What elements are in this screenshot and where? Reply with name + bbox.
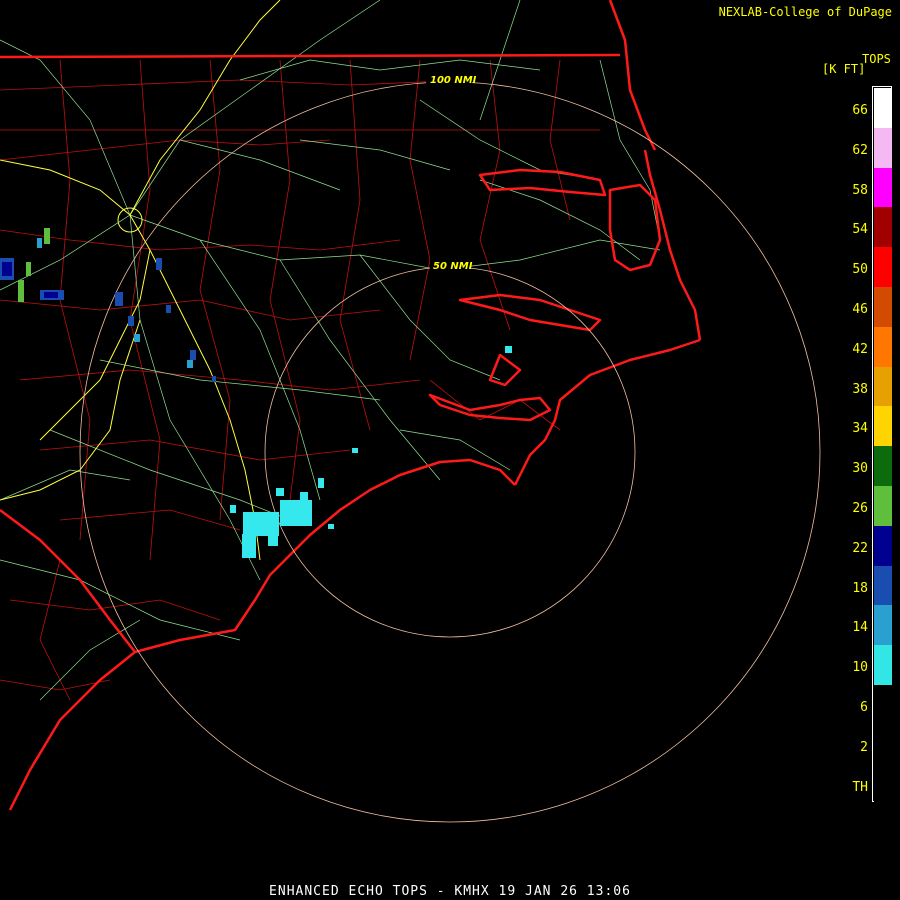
legend-label: 6 <box>860 700 868 715</box>
legend-label: 34 <box>852 421 868 437</box>
legend-label: 66 <box>852 103 868 118</box>
legend-swatch <box>874 127 892 168</box>
legend-label: 30 <box>852 461 868 477</box>
legend-label: 14 <box>852 620 868 636</box>
credit-label: NEXLAB-College of DuPage <box>718 5 892 19</box>
legend-units: [K FT] <box>822 62 866 76</box>
legend-label: 2 <box>860 739 868 755</box>
legend-label: 46 <box>852 302 868 317</box>
legend-swatch <box>874 326 892 367</box>
range-ring-100 <box>79 81 821 823</box>
echo-cluster-coastal <box>230 346 512 558</box>
legend-swatch <box>874 167 892 208</box>
legend-swatch <box>874 486 892 526</box>
legend-swatch <box>874 605 892 646</box>
legend-swatch <box>874 406 892 447</box>
legend-swatch <box>874 764 892 805</box>
legend-label: 62 <box>852 142 868 158</box>
legend-label: 38 <box>852 381 868 397</box>
radar-map: 100 NMI 50 NMI <box>0 0 821 823</box>
range-rings <box>79 81 821 823</box>
legend-color-bar <box>872 86 892 805</box>
state-borders <box>0 0 702 811</box>
legend-label: 22 <box>852 540 868 556</box>
legend-swatch <box>874 525 892 566</box>
legend-label: 42 <box>852 341 868 357</box>
ring-label-100: 100 NMI <box>430 75 477 86</box>
legend-label: TH <box>852 779 868 795</box>
legend-swatch <box>874 247 892 287</box>
legend-swatch <box>874 724 892 765</box>
legend-swatch <box>874 207 892 248</box>
legend-swatch <box>874 366 892 407</box>
legend-swatch <box>874 446 892 486</box>
legend-title: TOPS <box>862 52 891 66</box>
radar-echoes <box>0 228 512 558</box>
legend-label: 10 <box>852 660 868 676</box>
legend-label: 18 <box>852 580 868 596</box>
legend-swatch <box>874 565 892 606</box>
legend-swatch <box>874 287 892 327</box>
legend-label: 50 <box>852 262 868 278</box>
legend-label: 26 <box>852 501 868 516</box>
legend-swatch <box>874 685 892 725</box>
legend-label: 58 <box>852 182 868 198</box>
ring-label-50: 50 NMI <box>433 261 473 272</box>
range-ring-50 <box>264 266 636 638</box>
legend-swatch <box>874 645 892 685</box>
legend-label: 54 <box>852 222 868 238</box>
product-footer: ENHANCED ECHO TOPS - KMHX 19 JAN 26 13:0… <box>269 884 631 899</box>
highway-lines <box>0 0 661 701</box>
legend-swatch <box>874 88 892 128</box>
